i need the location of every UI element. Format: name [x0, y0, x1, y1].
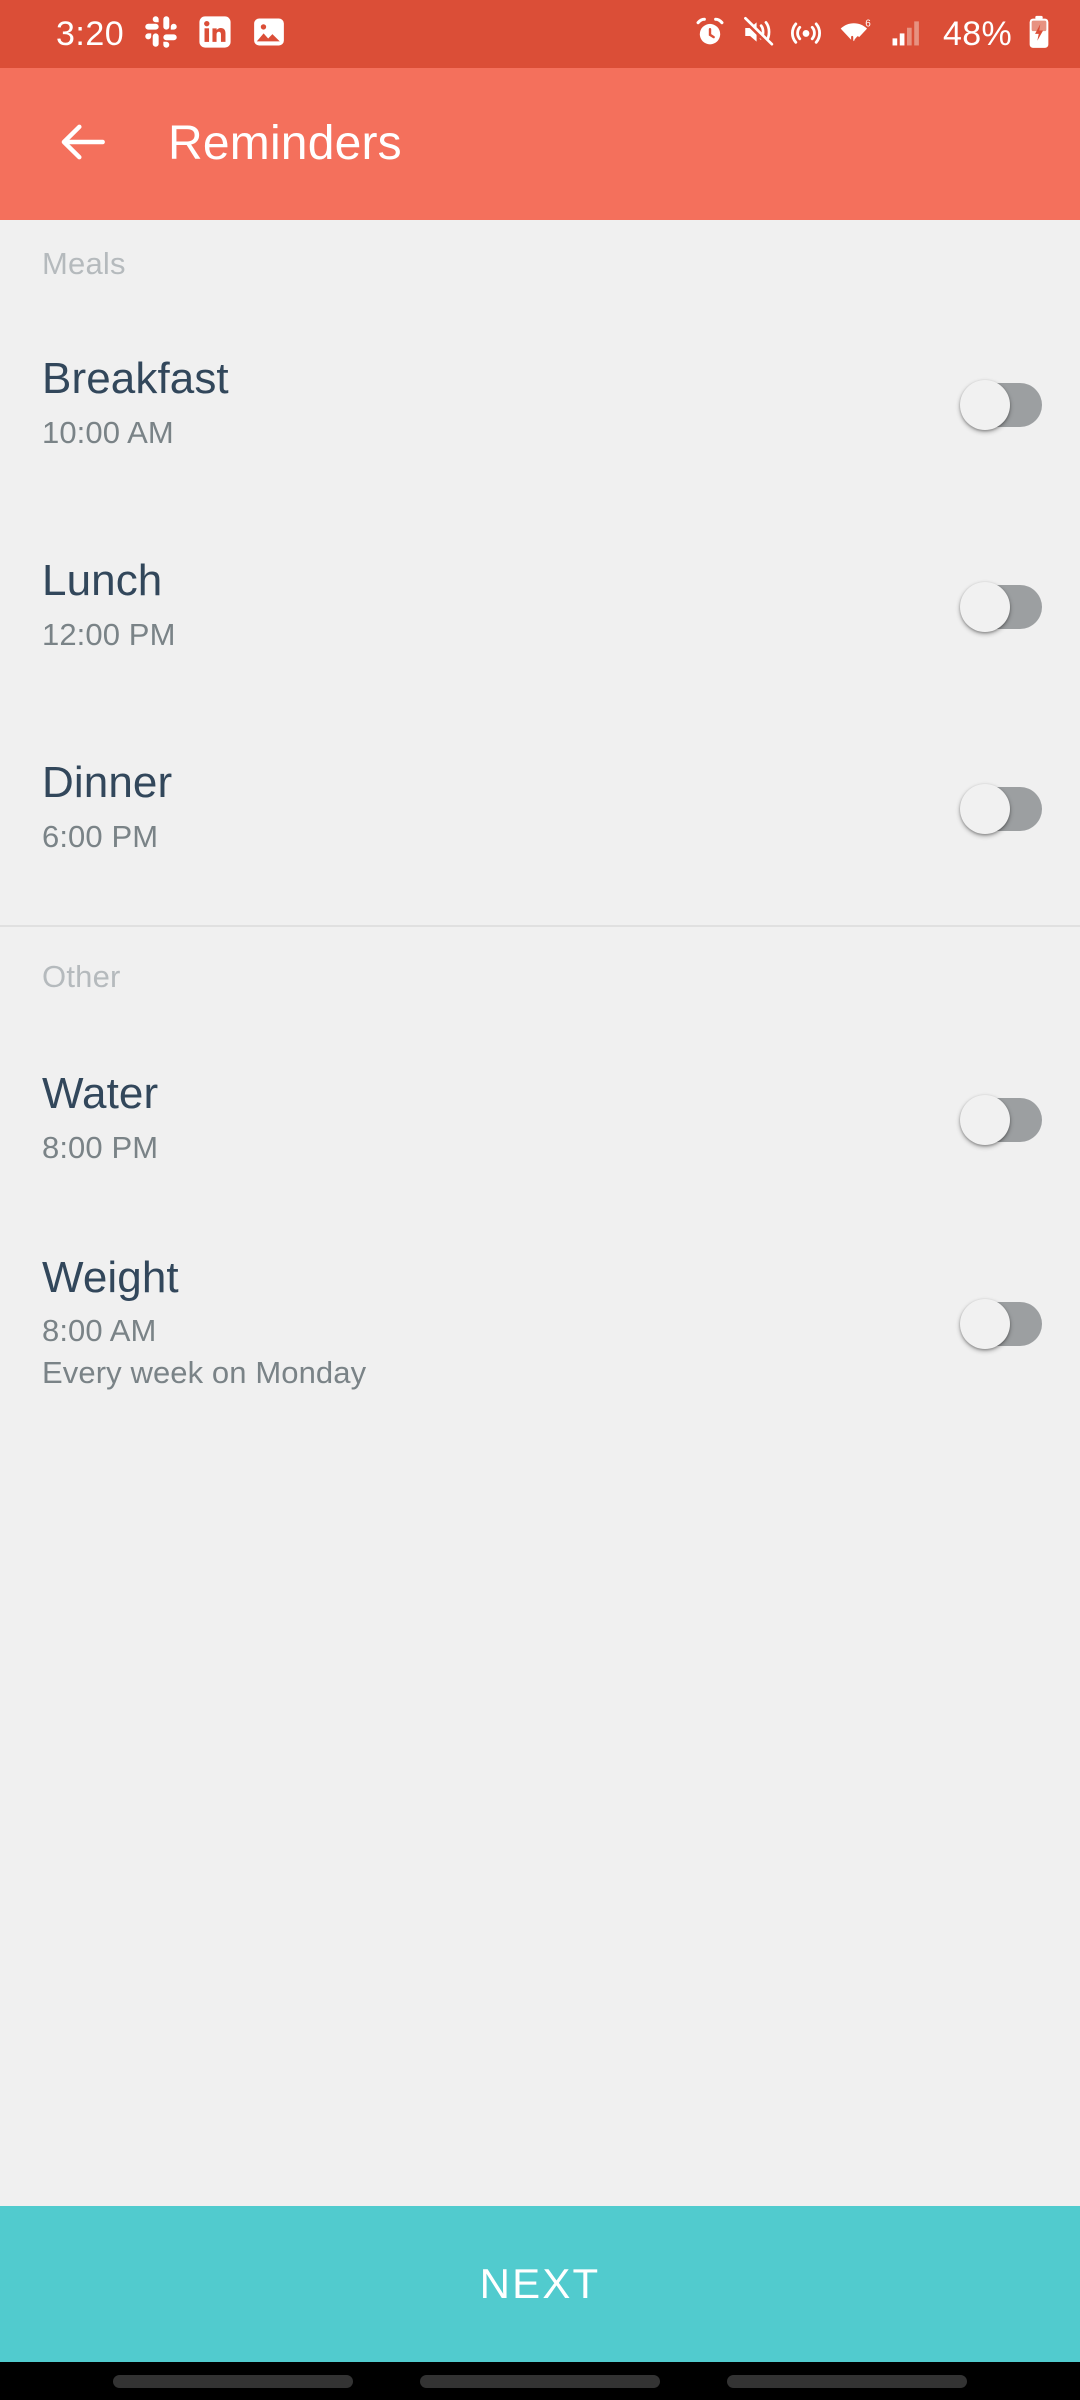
reminder-toggle-breakfast[interactable]: [960, 380, 1042, 430]
linkedin-icon: [198, 15, 232, 54]
reminder-row-dinner[interactable]: Dinner 6:00 PM: [0, 741, 1080, 877]
switch-thumb: [960, 1299, 1010, 1349]
switch-thumb: [960, 582, 1010, 632]
reminder-text-water: Water 8:00 PM: [42, 1071, 158, 1168]
section-header-other: Other: [42, 959, 121, 994]
reminder-title: Dinner: [42, 758, 173, 808]
reminder-row-water[interactable]: Water 8:00 PM: [0, 1052, 1080, 1188]
switch-thumb: [960, 784, 1010, 834]
status-bar-right: 6 48%: [693, 15, 1052, 54]
reminder-title: Lunch: [42, 556, 163, 606]
alarm-icon: [693, 15, 727, 54]
reminder-time: 6:00 PM: [42, 819, 159, 855]
next-button[interactable]: NEXT: [0, 2206, 1080, 2362]
reminder-text-breakfast: Breakfast 10:00 AM: [42, 356, 229, 453]
status-clock: 3:20: [56, 15, 125, 53]
arrow-left-icon: [56, 114, 112, 175]
reminder-row-lunch[interactable]: Lunch 12:00 PM: [0, 539, 1080, 675]
section-header-meals: Meals: [42, 246, 126, 281]
system-navigation-bar: [0, 2362, 1080, 2400]
reminder-row-weight[interactable]: Weight 8:00 AM Every week on Monday: [0, 1236, 1080, 1412]
reminder-row-breakfast[interactable]: Breakfast 10:00 AM: [0, 337, 1080, 473]
battery-percent-label: 48%: [943, 15, 1012, 53]
status-bar-left: 3:20: [56, 15, 286, 54]
vibrate-off-icon: [741, 15, 775, 54]
reminders-list: Meals Breakfast 10:00 AM Lunch 12:00 PM: [0, 220, 1080, 2206]
switch-thumb: [960, 380, 1010, 430]
svg-text:6: 6: [865, 18, 871, 29]
page-title: Reminders: [168, 117, 402, 170]
reminder-toggle-water[interactable]: [960, 1095, 1042, 1145]
cellular-signal-icon: [889, 15, 923, 54]
back-button[interactable]: [48, 108, 120, 180]
reminder-time: 8:00 AM: [42, 1313, 157, 1349]
reminder-toggle-lunch[interactable]: [960, 582, 1042, 632]
home-button[interactable]: [419, 2374, 660, 2388]
back-button[interactable]: [726, 2374, 967, 2388]
reminder-text-weight: Weight 8:00 AM Every week on Monday: [42, 1252, 367, 1394]
reminder-time: 12:00 PM: [42, 617, 176, 653]
reminder-toggle-weight[interactable]: [960, 1299, 1042, 1349]
app-screen: 3:20 6 48% Reminders Meals Breakfast 10:…: [0, 0, 1080, 2400]
reminder-toggle-dinner[interactable]: [960, 784, 1042, 834]
switch-thumb: [960, 1095, 1010, 1145]
reminder-repeat: Every week on Monday: [42, 1354, 367, 1390]
battery-charging-icon: [1026, 15, 1052, 54]
recents-button[interactable]: [113, 2374, 354, 2388]
reminder-text-dinner: Dinner 6:00 PM: [42, 760, 172, 857]
reminder-text-lunch: Lunch 12:00 PM: [42, 558, 176, 655]
reminder-title: Breakfast: [42, 354, 229, 404]
reminder-time: 8:00 PM: [42, 1130, 159, 1166]
reminder-time: 10:00 AM: [42, 415, 174, 451]
reminder-title: Weight: [42, 1252, 179, 1302]
wifi-6-icon: 6: [837, 15, 875, 54]
next-button-label: NEXT: [479, 2260, 601, 2307]
photo-icon: [252, 15, 286, 54]
reminder-title: Water: [42, 1069, 159, 1119]
app-bar: Reminders: [0, 68, 1080, 220]
status-bar: 3:20 6 48%: [0, 0, 1080, 68]
slack-icon: [144, 15, 178, 54]
hotspot-icon: [789, 15, 823, 54]
